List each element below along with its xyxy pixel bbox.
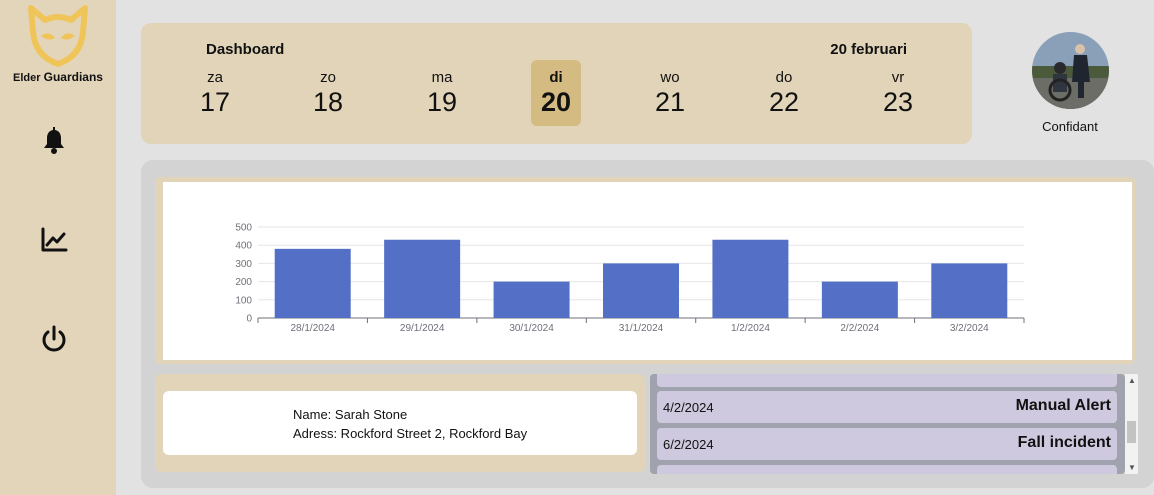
- current-date: 20 februari: [830, 41, 907, 58]
- chart-line-icon: [41, 227, 68, 252]
- app-logo[interactable]: Elder Guardians: [10, 4, 106, 88]
- nav-notifications[interactable]: [38, 125, 70, 157]
- day-name: di: [549, 69, 563, 86]
- x-tick-label: 2/2/2024: [840, 323, 879, 334]
- day-name: za: [207, 69, 223, 86]
- day-sat[interactable]: za 17: [190, 60, 240, 126]
- y-tick-label: 200: [235, 277, 252, 288]
- day-number: 17: [199, 87, 231, 117]
- chart-bar: [274, 248, 351, 318]
- logo-text: Elder Guardians: [10, 70, 106, 84]
- date-header: Dashboard 20 februari za 17 zo 18 ma 19 …: [141, 23, 972, 144]
- page-title: Dashboard: [206, 41, 285, 58]
- day-number: 22: [768, 87, 800, 117]
- alert-item[interactable]: Manual Alert: [657, 374, 1117, 387]
- chart-bar: [931, 263, 1008, 318]
- person-info: Name: Sarah Stone Adress: Rockford Stree…: [163, 391, 637, 455]
- scroll-down-icon[interactable]: ▼: [1128, 463, 1136, 472]
- bar-chart: 0 100 200 300 400 500 28/1/2024 29/1/2024 30/1/2…: [235, 223, 1025, 334]
- nav-statistics[interactable]: [38, 224, 70, 256]
- alert-scrollbar[interactable]: ▲ ▼: [1125, 374, 1138, 474]
- y-tick-label: 100: [235, 295, 252, 306]
- sidebar: Elder Guardians: [0, 0, 116, 495]
- bell-icon: [44, 127, 64, 154]
- x-tick-label: 1/2/2024: [731, 323, 770, 334]
- nav-logout[interactable]: [38, 323, 70, 355]
- alert-item[interactable]: [657, 465, 1117, 474]
- y-tick-label: 0: [246, 314, 252, 325]
- power-icon: [42, 325, 66, 352]
- y-tick-label: 300: [235, 259, 252, 270]
- day-number: 23: [882, 87, 914, 117]
- alert-type: Manual Alert: [1016, 374, 1111, 379]
- chart-area: 0 100 200 300 400 500 28/1/2024 29/1/2024 30/1/2…: [163, 182, 1132, 360]
- x-tick-label: 30/1/2024: [509, 323, 554, 334]
- x-tick-label: 29/1/2024: [400, 323, 445, 334]
- day-name: ma: [431, 69, 453, 86]
- alert-list[interactable]: Manual Alert 4/2/2024 Manual Alert 6/2/2…: [650, 374, 1125, 474]
- avatar[interactable]: [1032, 32, 1109, 109]
- day-tue-selected[interactable]: di 20: [531, 60, 581, 126]
- day-mon[interactable]: ma 19: [417, 60, 467, 126]
- day-number: 20: [540, 87, 572, 117]
- x-tick-label: 28/1/2024: [290, 323, 335, 334]
- alert-item[interactable]: 4/2/2024 Manual Alert: [657, 391, 1117, 423]
- chart-bar: [821, 281, 898, 318]
- day-fri[interactable]: vr 23: [873, 60, 923, 126]
- day-number: 18: [312, 87, 344, 117]
- x-tick-label: 31/1/2024: [619, 323, 664, 334]
- scroll-up-icon[interactable]: ▲: [1128, 376, 1136, 385]
- avatar-photo-icon: [1032, 32, 1109, 109]
- person-name: Name: Sarah Stone: [293, 407, 408, 422]
- alert-date: 6/2/2024: [663, 437, 714, 452]
- y-tick-label: 500: [235, 223, 252, 234]
- day-name: vr: [891, 69, 905, 86]
- chart-bar: [712, 239, 789, 318]
- alert-type: Manual Alert: [1015, 397, 1111, 414]
- logo-text-guardians: Guardians: [43, 70, 103, 84]
- day-sun[interactable]: zo 18: [303, 60, 353, 126]
- chart-bar: [603, 263, 679, 318]
- day-number: 21: [654, 87, 686, 117]
- day-wed[interactable]: wo 21: [645, 60, 695, 126]
- day-name: zo: [320, 69, 336, 86]
- day-thu[interactable]: do 22: [759, 60, 809, 126]
- chart-bar: [493, 281, 570, 318]
- alert-item[interactable]: 6/2/2024 Fall incident: [657, 428, 1117, 460]
- logo-text-elder: Elder: [13, 72, 41, 84]
- alert-type: Fall incident: [1017, 434, 1111, 451]
- person-address: Adress: Rockford Street 2, Rockford Bay: [293, 426, 528, 441]
- alert-date: 4/2/2024: [663, 400, 714, 415]
- avatar-label: Confidant: [1042, 119, 1098, 134]
- day-number: 19: [426, 87, 458, 117]
- day-name: wo: [660, 69, 680, 86]
- chart-bar: [384, 239, 461, 318]
- scroll-thumb[interactable]: [1127, 421, 1136, 443]
- day-name: do: [775, 69, 793, 86]
- mask-logo-icon: [28, 5, 88, 67]
- y-tick-label: 400: [235, 241, 252, 252]
- x-tick-label: 3/2/2024: [950, 323, 989, 334]
